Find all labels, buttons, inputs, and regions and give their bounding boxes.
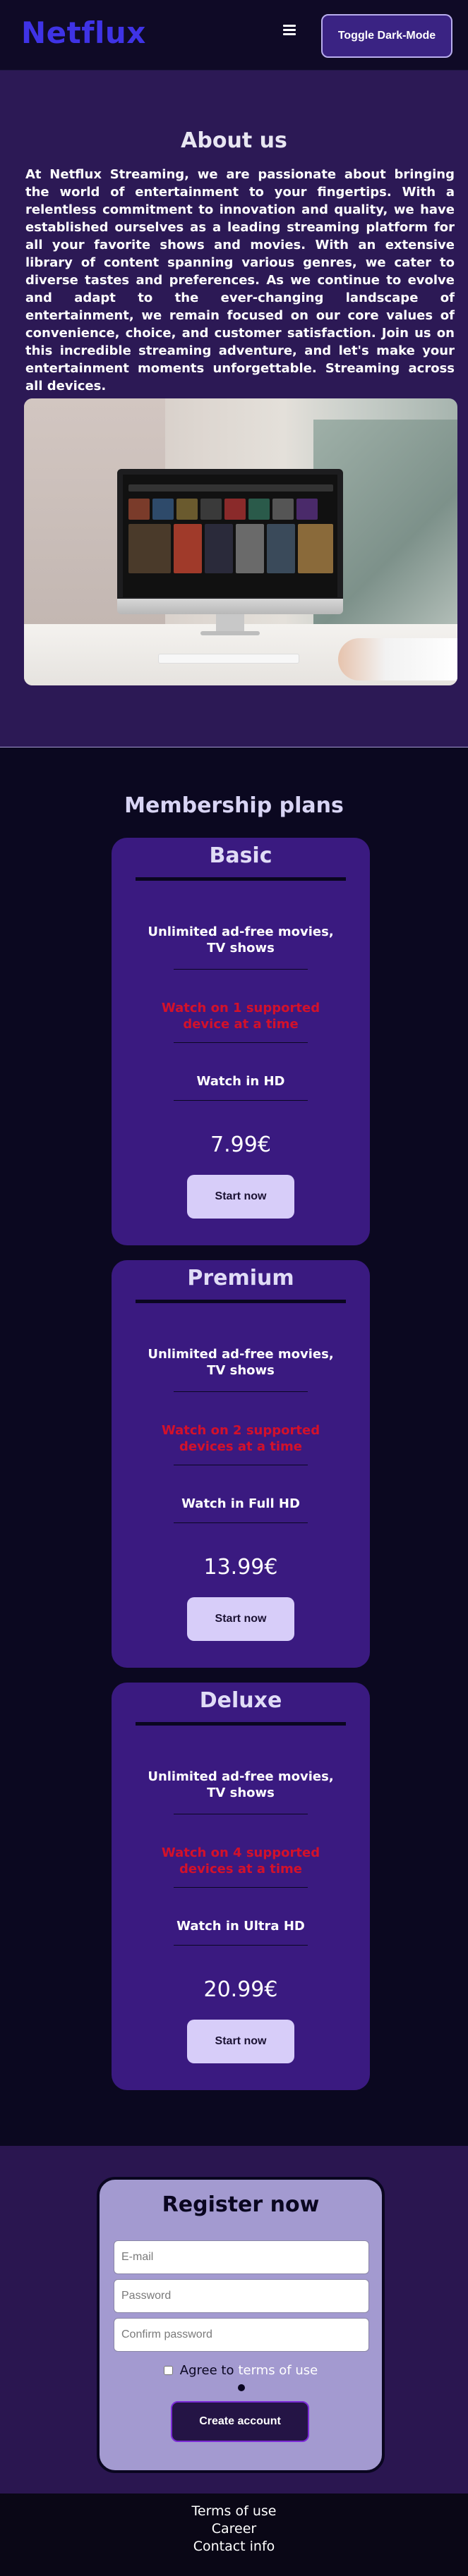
footer-link-career[interactable]: Career — [0, 2521, 468, 2537]
agree-label: Agree to — [179, 2363, 234, 2378]
plan-feature: Watch in Full HD — [181, 1496, 300, 1511]
register-title: Register now — [162, 2192, 320, 2217]
divider — [136, 877, 346, 881]
start-now-button[interactable]: Start now — [187, 1175, 294, 1219]
start-now-button[interactable]: Start now — [187, 2020, 294, 2063]
confirm-password-field[interactable] — [114, 2318, 369, 2352]
register-section: Register now Agree to terms of use Creat… — [0, 2146, 468, 2493]
plan-name: Premium — [187, 1266, 294, 1290]
logo[interactable]: Netflux — [21, 16, 146, 50]
monitor-illustration — [117, 469, 343, 603]
plan-card-premium: Premium Unlimited ad-free movies, TV sho… — [112, 1260, 370, 1668]
plan-feature: Unlimited ad-free movies, TV shows — [148, 1347, 334, 1378]
site-footer: Terms of use Career Contact info — [0, 2493, 468, 2576]
agree-checkbox[interactable] — [163, 2366, 173, 2375]
hero-image — [24, 398, 457, 685]
bullet-dot — [238, 2384, 245, 2391]
plan-price: 20.99€ — [203, 1977, 278, 2002]
terms-of-use-link[interactable]: terms of use — [238, 2363, 318, 2378]
plan-feature: Unlimited ad-free movies, TV shows — [148, 924, 334, 956]
create-account-button[interactable]: Create account — [171, 2401, 309, 2442]
site-header: Netflux Toggle Dark-Mode — [0, 0, 468, 71]
plan-name: Deluxe — [199, 1688, 282, 1713]
divider — [136, 1300, 346, 1303]
email-field[interactable] — [114, 2240, 369, 2274]
start-now-button[interactable]: Start now — [187, 1597, 294, 1641]
plan-feature: Watch on 2 supported devices at a time — [161, 1423, 320, 1454]
terms-agreement: Agree to terms of use — [100, 2363, 382, 2378]
plan-feature: Watch on 1 supported device at a time — [161, 1001, 320, 1032]
plan-feature: Watch on 4 supported devices at a time — [161, 1845, 320, 1876]
footer-link-terms[interactable]: Terms of use — [0, 2503, 468, 2519]
plan-feature: Watch in HD — [196, 1074, 285, 1089]
plan-feature: Unlimited ad-free movies, TV shows — [148, 1769, 334, 1800]
plans-title: Membership plans — [124, 793, 344, 818]
plan-price: 7.99€ — [210, 1133, 271, 1157]
toggle-dark-mode-button[interactable]: Toggle Dark-Mode — [321, 14, 452, 58]
divider — [136, 1722, 346, 1726]
about-text: At Netflux Streaming, we are passionate … — [25, 167, 455, 393]
about-section: About us At Netflux Streaming, we are pa… — [0, 71, 468, 747]
plan-name: Basic — [209, 843, 272, 868]
footer-link-contact[interactable]: Contact info — [0, 2539, 468, 2554]
plan-feature: Watch in Ultra HD — [176, 1919, 305, 1934]
hamburger-menu-icon[interactable] — [281, 23, 298, 38]
register-card: Register now Agree to terms of use Creat… — [97, 2177, 385, 2473]
about-title: About us — [181, 128, 287, 153]
plan-card-basic: Basic Unlimited ad-free movies, TV shows… — [112, 838, 370, 1245]
plan-price: 13.99€ — [203, 1555, 278, 1580]
plan-card-deluxe: Deluxe Unlimited ad-free movies, TV show… — [112, 1683, 370, 2090]
password-field[interactable] — [114, 2279, 369, 2313]
